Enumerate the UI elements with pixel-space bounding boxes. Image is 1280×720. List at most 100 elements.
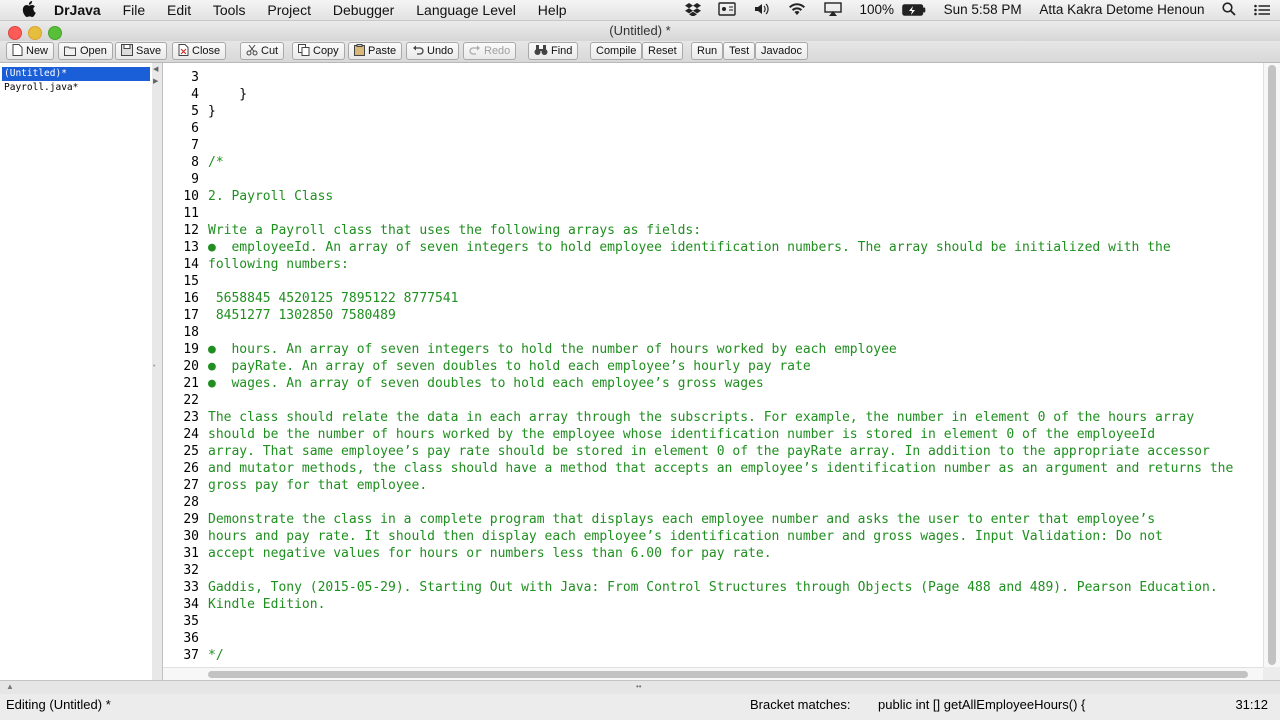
code-text: The class should relate the data in each… [208, 410, 1195, 425]
code-line[interactable]: 14 following numbers: [163, 256, 349, 273]
line-number: 29 [183, 512, 199, 527]
code-line[interactable]: 24 should be the number of hours worked b… [163, 426, 1155, 443]
code-line[interactable]: 9 [163, 171, 208, 188]
code-text: 2. Payroll Class [208, 189, 334, 204]
menu-tools[interactable]: Tools [213, 2, 246, 18]
code-line[interactable]: 21 ● wages. An array of seven doubles to … [163, 375, 764, 392]
code-line[interactable]: 34 Kindle Edition. [163, 596, 325, 613]
test-button[interactable]: Test [723, 42, 756, 60]
collapse-left-icon[interactable]: ◀ [153, 65, 158, 73]
window-title: (Untitled) * [609, 23, 671, 38]
close-button[interactable]: Close [172, 42, 227, 60]
menu-language-level[interactable]: Language Level [416, 2, 516, 18]
line-number: 30 [183, 529, 199, 544]
code-line[interactable]: 20 ● payRate. An array of seven doubles t… [163, 358, 810, 375]
new-button[interactable]: New [6, 42, 55, 60]
document-item-payroll[interactable]: Payroll.java* [0, 81, 152, 95]
code-line[interactable]: 37 */ [163, 647, 223, 664]
expand-up-icon[interactable]: ▲ [6, 682, 14, 691]
code-line[interactable]: 11 [163, 205, 208, 222]
volume-icon[interactable] [754, 2, 770, 17]
code-line[interactable]: 19 ● hours. An array of seven integers to… [163, 341, 897, 358]
user-name[interactable]: Atta Kakra Detome Henoun [1039, 2, 1204, 17]
battery-icon[interactable] [901, 2, 926, 17]
undo-button[interactable]: Undo [406, 42, 460, 60]
code-line[interactable]: 10 2. Payroll Class [163, 188, 333, 205]
bracket-matches-label: Bracket matches: [750, 697, 851, 712]
collapse-right-icon[interactable]: ▶ [153, 77, 158, 85]
line-number: 20 [183, 359, 199, 374]
menu-edit[interactable]: Edit [167, 2, 191, 18]
vertical-scrollbar[interactable] [1263, 63, 1280, 667]
code-line[interactable]: 4 } [163, 86, 247, 103]
code-line[interactable]: 31 accept negative values for hours or nu… [163, 545, 771, 562]
menu-file[interactable]: File [123, 2, 146, 18]
copy-button[interactable]: Copy [292, 42, 345, 60]
code-line[interactable]: 25 array. That same employee’s pay rate s… [163, 443, 1210, 460]
screen-share-icon[interactable] [718, 2, 737, 17]
open-button[interactable]: Open [58, 42, 113, 60]
find-button[interactable]: Find [528, 42, 579, 60]
code-line[interactable]: 5} [163, 103, 216, 120]
code-line[interactable]: 28 [163, 494, 208, 511]
code-line[interactable]: 17 8451277 1302850 7580489 [163, 307, 396, 324]
line-number: 36 [183, 631, 199, 646]
menu-debugger[interactable]: Debugger [333, 2, 395, 18]
save-button[interactable]: Save [115, 42, 168, 60]
code-text: ● wages. An array of seven doubles to ho… [208, 376, 764, 391]
code-line[interactable]: 12 Write a Payroll class that uses the fo… [163, 222, 701, 239]
menu-app-name[interactable]: DrJava [54, 2, 101, 18]
dropbox-icon[interactable] [684, 2, 701, 17]
notification-center-icon[interactable] [1254, 2, 1270, 17]
code-line[interactable]: 18 [163, 324, 208, 341]
code-line[interactable]: 22 [163, 392, 208, 409]
code-line[interactable]: 27 gross pay for that employee. [163, 477, 427, 494]
code-text: array. That same employee’s pay rate sho… [208, 444, 1210, 459]
code-editor[interactable]: 34 } 5} 6 7 8/* 9 10 2. Payroll Class 11 12 Write … [163, 63, 1263, 667]
menu-project[interactable]: Project [267, 2, 311, 18]
redo-icon [469, 45, 480, 55]
open-folder-icon [64, 46, 76, 56]
line-number: 8 [191, 155, 199, 170]
horizontal-scrollbar[interactable] [163, 667, 1263, 681]
code-line[interactable]: 26 and mutator methods, the class should … [163, 460, 1233, 477]
code-line[interactable]: 30 hours and pay rate. It should then dis… [163, 528, 1163, 545]
javadoc-button[interactable]: Javadoc [755, 42, 808, 60]
spotlight-search-icon[interactable] [1222, 2, 1236, 17]
run-button[interactable]: Run [691, 42, 724, 60]
horizontal-splitter[interactable]: ▲ •• [0, 680, 1280, 694]
code-line[interactable]: 23 The class should relate the data in ea… [163, 409, 1194, 426]
vertical-scroll-thumb[interactable] [1268, 65, 1276, 665]
airplay-icon[interactable] [824, 2, 842, 17]
code-text: } [208, 104, 216, 119]
compile-button[interactable]: Compile [590, 42, 643, 60]
cut-button[interactable]: Cut [240, 42, 285, 60]
redo-button[interactable]: Redo [463, 42, 517, 60]
apple-logo-icon[interactable] [22, 1, 36, 17]
wifi-icon[interactable] [788, 2, 806, 17]
line-number: 28 [183, 495, 199, 510]
reset-button[interactable]: Reset [642, 42, 683, 60]
code-line[interactable]: 29 Demonstrate the class in a complete pr… [163, 511, 1155, 528]
line-number: 4 [191, 87, 199, 102]
code-line[interactable]: 6 [163, 120, 208, 137]
horizontal-scroll-thumb[interactable] [208, 671, 1248, 678]
code-line[interactable]: 33 Gaddis, Tony (2015-05-29). Starting Ou… [163, 579, 1217, 596]
code-line[interactable]: 13 ● employeeId. An array of seven intege… [163, 239, 1170, 256]
code-line[interactable]: 7 [163, 137, 208, 154]
line-number: 35 [183, 614, 199, 629]
code-line[interactable]: 35 [163, 613, 208, 630]
clock[interactable]: Sun 5:58 PM [944, 2, 1022, 17]
code-line[interactable]: 8 /* [163, 154, 223, 171]
menu-help[interactable]: Help [538, 2, 567, 18]
document-item-untitled[interactable]: (Untitled)* [2, 67, 150, 81]
paste-button[interactable]: Paste [348, 42, 403, 60]
code-line[interactable]: 16 5658845 4520125 7895122 8777541 [163, 290, 458, 307]
code-line[interactable]: 36 [163, 630, 208, 647]
code-line[interactable]: 3 [163, 69, 208, 86]
code-line[interactable]: 32 [163, 562, 208, 579]
line-number: 14 [183, 257, 199, 272]
vertical-splitter[interactable]: ◀ ▶ • [152, 63, 163, 680]
code-line[interactable]: 15 [163, 273, 208, 290]
code-text: ● hours. An array of seven integers to h… [208, 342, 897, 357]
